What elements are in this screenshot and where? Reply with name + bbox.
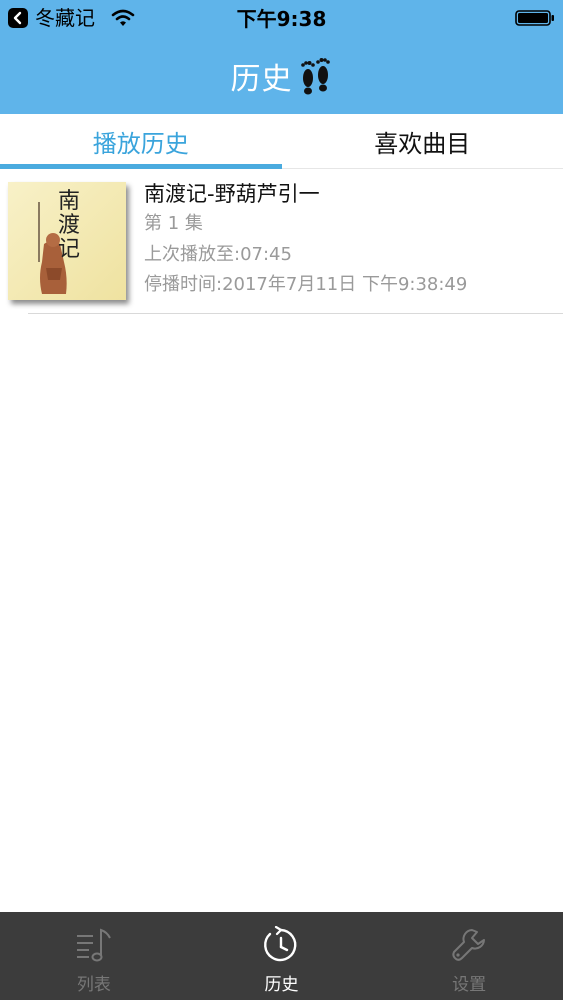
item-episode: 第 1 集 [144,213,203,234]
list-item[interactable]: 南渡记 南渡记-野葫芦引一 第 1 集 上次播放至:07:45 停播时间:201… [0,172,563,314]
tab-label: 播放历史 [92,129,189,158]
item-stop-time: 停播时间:2017年7月11日 下午9:38:49 [144,274,468,295]
page-title: 历史 [230,62,293,97]
tab-label: 喜欢曲目 [374,129,471,158]
tabbar-item-settings[interactable]: 设置 [375,912,563,1000]
cover-title: 南渡记 [58,189,81,262]
clock-icon [262,925,300,964]
history-tabs: 播放历史 喜欢曲目 [0,114,563,169]
item-title: 南渡记-野葫芦引一 [144,182,320,206]
status-bar: 冬藏记 下午9:38 [0,0,563,38]
tabbar-label: 列表 [76,975,111,995]
music-list-icon [75,926,113,964]
tabbar-item-history[interactable]: 历史 [188,912,376,1000]
list-divider [28,313,563,314]
tab-bar: 列表 历史 设置 [0,912,563,1000]
footprints-icon [297,56,333,96]
tabbar-label: 设置 [452,975,487,995]
battery-icon [515,10,555,26]
status-time: 下午9:38 [236,7,327,31]
wrench-icon [450,926,488,964]
tabbar-label: 历史 [264,975,299,995]
tabbar-item-list[interactable]: 列表 [0,912,188,1000]
tab-indicator [0,164,282,169]
tab-play-history[interactable]: 播放历史 [0,114,282,169]
item-last-played: 上次播放至:07:45 [144,244,292,265]
book-cover: 南渡记 [8,182,126,300]
tab-favorite-tracks[interactable]: 喜欢曲目 [282,114,563,168]
nav-bar: 历史 [0,38,563,114]
